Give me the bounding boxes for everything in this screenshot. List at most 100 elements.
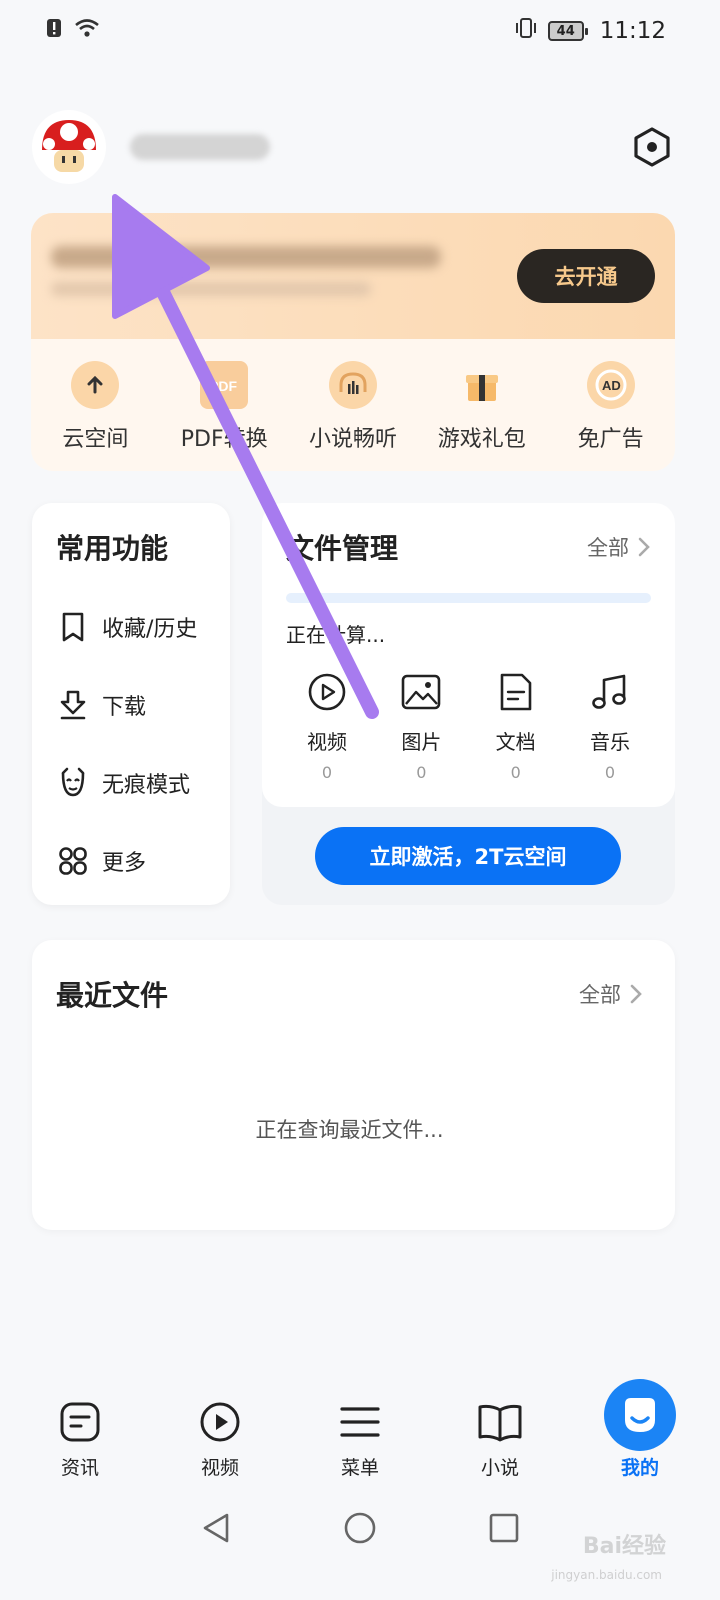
activate-cloud-button[interactable]: 立即激活，2T云空间	[315, 827, 621, 885]
file-type-document[interactable]: 文档 0	[481, 670, 551, 782]
file-type-image[interactable]: 图片 0	[386, 670, 456, 782]
username-blurred	[130, 134, 270, 160]
watermark-brand: Bai经验	[582, 1534, 666, 1559]
tab-video[interactable]: 视频	[165, 1399, 275, 1480]
mushroom-avatar-icon	[42, 120, 96, 172]
tab-news[interactable]: 资讯	[25, 1399, 135, 1480]
tab-label: 菜单	[340, 1457, 379, 1479]
storage-progress-bar	[286, 593, 651, 603]
file-management-card: 文件管理 全部 正在计算... 视频 0 图片 0 文档 0 音乐 0 立即激活…	[262, 503, 675, 905]
file-type-count: 0	[416, 763, 427, 782]
bookmark-icon	[56, 610, 90, 644]
video-play-icon	[197, 1399, 243, 1445]
watermark-url: jingyan.baidu.com	[551, 1568, 662, 1582]
tab-me[interactable]: 我的	[585, 1379, 695, 1480]
news-icon	[57, 1399, 103, 1445]
file-type-count: 0	[321, 763, 333, 782]
common-item-more[interactable]: 更多	[56, 821, 230, 901]
pdf-icon: PDF	[200, 361, 249, 409]
incognito-icon	[56, 766, 90, 800]
vip-card: 去开通 云空间 PDF PDF转换 小说畅听 游戏礼包 AD 免广告	[31, 213, 675, 471]
book-icon	[477, 1399, 523, 1445]
document-icon	[494, 670, 538, 714]
tab-label: 我的	[620, 1457, 659, 1479]
file-type-count: 0	[604, 763, 616, 782]
file-types: 视频 0 图片 0 文档 0 音乐 0	[286, 670, 651, 782]
svg-text:PDF: PDF	[209, 378, 237, 394]
play-icon	[305, 670, 349, 714]
common-item-label: 下载	[102, 695, 147, 720]
recent-files-all-link[interactable]: 全部	[579, 979, 643, 1009]
music-icon	[588, 670, 632, 714]
vip-item-audio-novel[interactable]: 小说畅听	[289, 361, 417, 453]
vibrate-icon	[514, 17, 538, 45]
file-type-music[interactable]: 音乐 0	[575, 670, 645, 782]
recents-icon[interactable]	[487, 1511, 521, 1549]
avatar[interactable]	[32, 110, 106, 184]
common-functions-title: 常用功能	[56, 532, 169, 565]
file-type-label: 音乐	[589, 730, 630, 754]
all-link-label: 全部	[587, 536, 629, 560]
vip-text-blurred	[51, 246, 451, 306]
gift-icon	[458, 361, 506, 409]
status-left	[46, 18, 100, 44]
common-item-incognito[interactable]: 无痕模式	[56, 743, 230, 823]
tab-label: 视频	[200, 1457, 239, 1479]
alert-icon	[46, 18, 62, 44]
file-management-title: 文件管理	[286, 532, 399, 565]
profile-left	[32, 110, 270, 184]
file-management-panel: 文件管理 全部 正在计算... 视频 0 图片 0 文档 0 音乐 0	[262, 503, 675, 807]
storage-status: 正在计算...	[286, 623, 386, 647]
vip-item-no-ads[interactable]: AD 免广告	[547, 361, 675, 453]
file-management-header: 文件管理 全部	[286, 527, 651, 567]
home-icon[interactable]	[343, 1511, 377, 1549]
vip-item-pdf[interactable]: PDF PDF转换	[160, 361, 288, 453]
file-type-label: 文档	[495, 730, 536, 754]
grid-icon	[56, 844, 90, 878]
chevron-right-icon	[638, 537, 650, 557]
recent-files-card: 最近文件 全部 正在查询最近文件...	[32, 940, 675, 1230]
recent-files-loading: 正在查询最近文件...	[255, 1118, 444, 1142]
vip-item-label: 云空间	[62, 427, 129, 452]
common-item-download[interactable]: 下载	[56, 665, 230, 745]
vip-item-label: 小说畅听	[308, 427, 397, 452]
common-item-label: 收藏/历史	[102, 617, 198, 642]
file-type-video[interactable]: 视频 0	[292, 670, 362, 782]
status-bar: 44 11:12	[0, 0, 720, 62]
all-link-label: 全部	[579, 983, 621, 1007]
profile-header	[32, 105, 674, 189]
status-right: 44 11:12	[514, 17, 666, 45]
chevron-right-icon	[630, 984, 642, 1004]
status-time: 11:12	[599, 18, 666, 44]
file-type-label: 视频	[307, 730, 347, 754]
settings-button[interactable]	[630, 125, 674, 169]
back-icon[interactable]	[199, 1511, 233, 1549]
vip-item-label: 免广告	[577, 427, 644, 452]
common-functions-list: 收藏/历史 下载 无痕模式 更多	[56, 587, 230, 901]
bottom-tab-bar: 资讯 视频 菜单 小说 我的	[0, 1379, 720, 1490]
common-functions-card: 常用功能 收藏/历史 下载 无痕模式 更多	[32, 503, 230, 905]
common-item-favorites-history[interactable]: 收藏/历史	[56, 587, 230, 667]
tab-novel[interactable]: 小说	[445, 1399, 555, 1480]
battery-indicator: 44	[547, 21, 588, 41]
tab-label: 资讯	[60, 1457, 99, 1479]
settings-hexagon-icon	[634, 127, 670, 167]
file-type-label: 图片	[401, 730, 442, 754]
file-type-count: 0	[510, 763, 521, 782]
vip-benefits: 云空间 PDF PDF转换 小说畅听 游戏礼包 AD 免广告	[31, 339, 675, 453]
tab-label: 小说	[480, 1457, 519, 1479]
menu-icon	[337, 1399, 383, 1445]
ad-block-icon: AD	[586, 361, 635, 409]
cloud-upload-icon	[71, 361, 120, 409]
vip-banner[interactable]: 去开通	[31, 213, 675, 339]
vip-item-game-gift[interactable]: 游戏礼包	[418, 361, 546, 453]
open-vip-button[interactable]: 去开通	[517, 249, 655, 303]
tab-menu[interactable]: 菜单	[305, 1399, 415, 1480]
wifi-icon	[74, 18, 100, 44]
file-management-all-link[interactable]: 全部	[587, 532, 651, 562]
download-icon	[56, 688, 90, 722]
recent-files-title: 最近文件	[56, 979, 169, 1012]
vip-item-cloud[interactable]: 云空间	[31, 361, 159, 453]
image-icon	[399, 670, 443, 714]
common-item-label: 无痕模式	[102, 773, 191, 798]
